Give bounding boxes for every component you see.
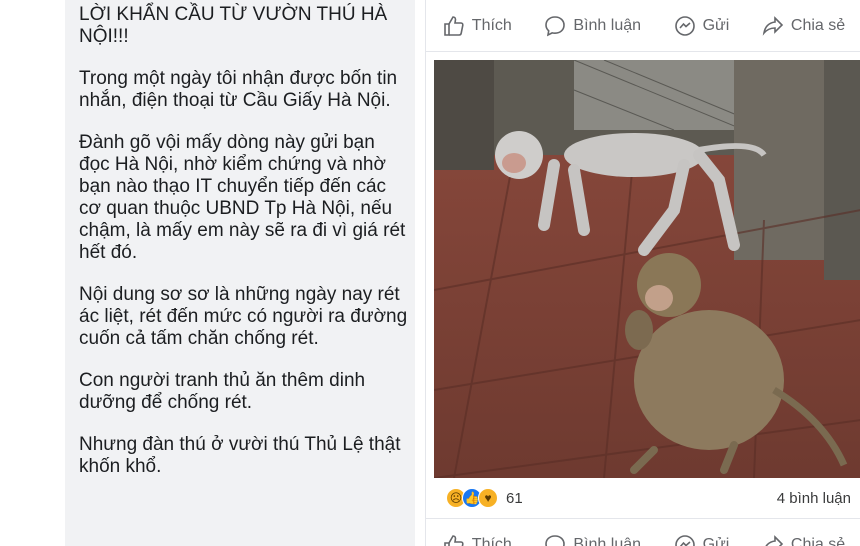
like-label: Thích [471, 535, 512, 546]
share-icon [762, 15, 784, 36]
send-button[interactable]: Gửi [673, 533, 730, 546]
share-icon [764, 534, 784, 546]
post-headline: LỜI KHẨN CẦU TỪ VƯỜN THÚ HÀ NỘI!!! [79, 4, 388, 47]
post-paragraph: Nội dung sơ sơ là những ngày nay rét ác … [79, 284, 408, 349]
like-label: Thích [471, 16, 512, 34]
reaction-list[interactable]: ☹ 👍 ♥ 61 [446, 488, 523, 508]
comment-count-link[interactable]: 4 bình luận [777, 490, 851, 507]
facebook-post-card: Thích Bình luận Gửi Chia sẻ ☹ 👍 ♥ 61 4 b… [425, 0, 860, 546]
post-body: LỜI KHẨN CẦU TỪ VƯỜN THÚ HÀ NỘI!!! Trong… [79, 0, 409, 498]
action-bar-bottom: Thích Bình luận Gửi Chia sẻ [426, 518, 860, 546]
send-label: Gửi [702, 16, 730, 34]
like-button[interactable]: Thích [442, 14, 512, 38]
share-label: Chia sẻ [790, 535, 846, 546]
post-photo[interactable] [434, 60, 860, 478]
comment-label: Bình luận [573, 16, 642, 34]
post-paragraph: Con người tranh thủ ăn thêm dinh dưỡng đ… [79, 370, 366, 413]
reaction-summary: ☹ 👍 ♥ 61 4 bình luận [426, 478, 860, 518]
comment-label: Bình luận [573, 535, 642, 546]
comment-button[interactable]: Bình luận [543, 14, 641, 38]
reaction-count: 61 [506, 489, 523, 507]
like-button[interactable]: Thích [442, 533, 512, 546]
care-icon: ♥ [478, 488, 498, 508]
post-paragraph: Nhưng đàn thú ở vười thú Thủ Lệ thật khố… [79, 434, 401, 477]
send-button[interactable]: Gửi [673, 14, 730, 38]
thumbs-up-icon [443, 534, 464, 546]
post-text-panel: LỜI KHẨN CẦU TỪ VƯỜN THÚ HÀ NỘI!!! Trong… [65, 0, 415, 546]
comment-button[interactable]: Bình luận [543, 533, 641, 546]
thumbs-up-icon [443, 15, 464, 36]
monkeys-photo-image [434, 60, 860, 478]
messenger-icon [674, 15, 695, 36]
comment-icon [545, 15, 566, 36]
share-button[interactable]: Chia sẻ [761, 533, 845, 546]
messenger-icon [674, 534, 695, 546]
comment-icon [545, 534, 566, 546]
send-label: Gửi [702, 535, 730, 546]
share-button[interactable]: Chia sẻ [761, 14, 845, 38]
action-bar-top: Thích Bình luận Gửi Chia sẻ [426, 0, 860, 52]
post-paragraph: Trong một ngày tôi nhận được bốn tin nhắ… [79, 68, 398, 111]
post-paragraph: Đành gõ vội mấy dòng này gửi bạn đọc Hà … [79, 132, 406, 263]
share-label: Chia sẻ [790, 16, 846, 34]
